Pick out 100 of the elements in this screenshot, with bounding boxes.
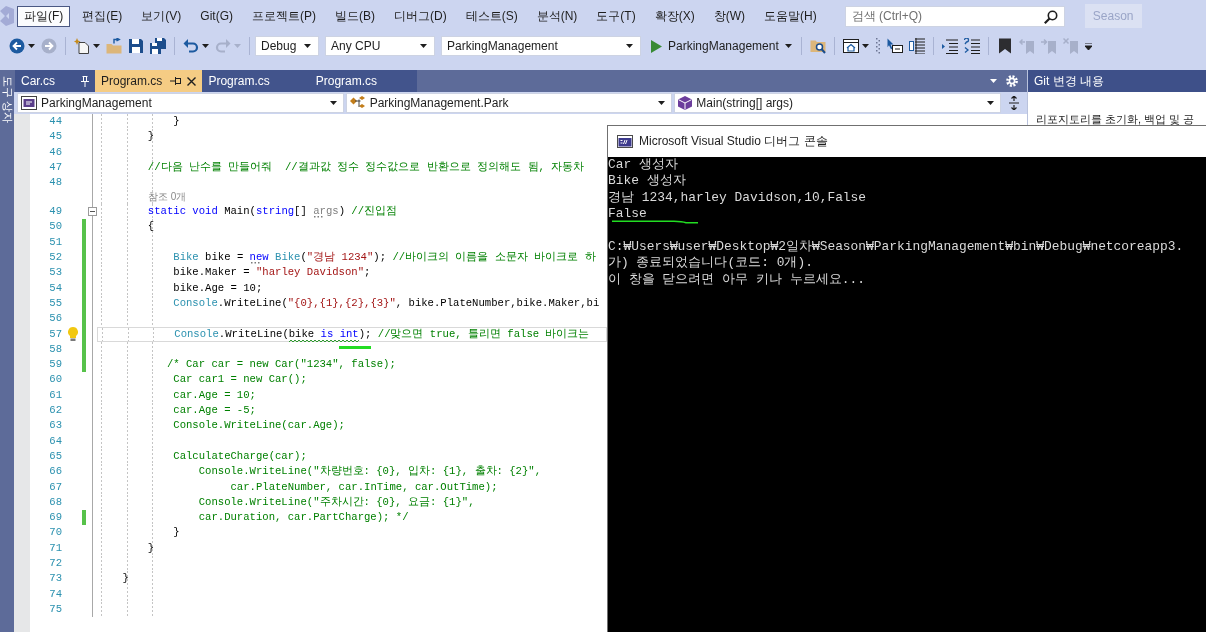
code-line: Console.WriteLine(bike is int); //맞으면 true, 틀리면 false 바이크는 (174, 327, 590, 340)
menu-item[interactable]: 보기(V) (134, 5, 189, 27)
line-number: 51 (48, 234, 63, 250)
cursor-box-icon (886, 38, 903, 54)
pin-icon[interactable] (170, 77, 182, 85)
line-number: 45 (48, 129, 63, 145)
line-number: 48 (48, 175, 63, 191)
menu-item[interactable]: 도구(T) (589, 5, 643, 27)
menu-item[interactable]: 파일(F) (17, 5, 71, 27)
code-line: } (147, 541, 155, 554)
line-number: 69 (48, 510, 63, 526)
code-line: } (173, 526, 180, 539)
save-all-button[interactable] (147, 35, 169, 57)
columns-icon (908, 38, 925, 54)
search-icon[interactable] (1043, 9, 1058, 24)
code-line: } (173, 115, 180, 127)
line-number: 52 (48, 250, 63, 266)
window-icon (842, 38, 859, 54)
reference-count-link[interactable]: 참조 0개 (147, 191, 187, 203)
folder-search-icon (809, 38, 826, 54)
member-dropdown[interactable]: Main(string[] args) (674, 93, 1001, 113)
undo-icon (183, 38, 199, 54)
console-line: 이 창을 닫으려면 아무 키나 누르세요... (608, 271, 865, 287)
console-line: 가) 종료되었습니다(코드: 0개). (608, 255, 813, 271)
save-all-icon (150, 38, 166, 54)
line-number: 46 (48, 144, 63, 160)
toolbox-tab[interactable]: 도구 상자 (0, 76, 15, 124)
search-field[interactable]: 검색 (Ctrl+Q) (844, 5, 1065, 27)
menu-item[interactable]: 분석(N) (529, 5, 585, 27)
menu-item[interactable]: 확장(X) (647, 5, 702, 27)
menu-item[interactable]: 프로젝트(P) (245, 5, 323, 27)
caret-icon (234, 44, 241, 48)
menu-item[interactable]: 테스트(S) (458, 5, 525, 27)
code-line: car.Age = -5; (173, 404, 256, 417)
code-line: car.PlateNumber, car.InTime, car.OutTime); (230, 480, 498, 493)
caret-icon (626, 44, 633, 48)
document-tab[interactable]: Program.cs (202, 70, 310, 92)
caret-icon (658, 101, 666, 105)
document-tab[interactable]: Program.cs (309, 70, 418, 92)
caret-icon (420, 44, 427, 48)
menu-item[interactable]: 도움말(H) (757, 5, 824, 27)
code-line: Console.WriteLine(car.Age); (173, 419, 345, 432)
caret-icon (861, 44, 869, 48)
line-number: 61 (48, 387, 63, 403)
line-number: 71 (48, 540, 63, 556)
start-button[interactable]: ParkingManagement (647, 35, 796, 57)
line-number: 50 (48, 219, 63, 235)
menu-item[interactable]: 디버그(D) (387, 5, 454, 27)
open-folder-icon (106, 38, 122, 54)
line-number: 60 (48, 372, 63, 388)
document-tab[interactable]: Program.cs (95, 70, 203, 92)
console-line: C:₩Users₩user₩Desktop₩2일차₩Season₩ParkingManagement₩bin₩Debug₩netcoreapp3. (608, 238, 1184, 254)
caret-icon (304, 44, 311, 48)
code-line: Console.WriteLine("주차시간: {0}, 요금: {1}", (198, 495, 475, 508)
class-dropdown[interactable]: ParkingManagement.Park (345, 93, 673, 113)
caret-icon (329, 101, 337, 105)
line-number: 75 (48, 601, 63, 617)
code-line: bike.Age = 10; (173, 281, 263, 294)
line-number: 63 (48, 418, 63, 434)
split-icon[interactable] (1009, 96, 1019, 110)
caret-icon (784, 44, 792, 48)
line-number: 58 (48, 341, 63, 357)
configuration-dropdown[interactable]: Debug (255, 36, 319, 56)
lightbulb-icon[interactable] (68, 327, 78, 342)
code-line: Bike bike = new Bike("경남 1234"); //바이크의 이름을 소문자 바이크로 하 (173, 251, 596, 264)
menu-item[interactable]: 창(W) (706, 5, 752, 27)
class-icon (349, 96, 366, 110)
save-icon (128, 38, 144, 54)
grip-icon[interactable] (875, 38, 880, 54)
menu-item[interactable]: 빌드(B) (328, 5, 382, 27)
forward-icon (41, 38, 57, 54)
new-file-icon (74, 38, 90, 54)
menu-item[interactable]: 편집(E) (75, 5, 130, 27)
window-title: Microsoft Visual Studio 디버그 콘솔 (639, 133, 828, 150)
line-number: 54 (48, 280, 63, 296)
collapse-icon[interactable] (88, 207, 97, 217)
line-number: 70 (48, 525, 63, 541)
platform-dropdown[interactable]: Any CPU (325, 36, 435, 56)
caret-icon (93, 44, 100, 48)
line-number: 64 (48, 433, 63, 449)
code-line: Console.WriteLine("차량번호: {0}, 입차: {1}, 출차: {2}", (198, 465, 541, 478)
line-number: 55 (48, 295, 63, 311)
code-line: static void Main(string[] args) //진입점 (147, 205, 398, 218)
code-line: car.Duration, car.PartCharge); */ (198, 511, 409, 524)
startup-project-dropdown[interactable]: ParkingManagement (441, 36, 641, 56)
redo-icon (215, 38, 231, 54)
console-line: 경남 1234,harley Davidson,10,False (608, 189, 867, 205)
menu-item[interactable]: Git(G) (193, 5, 240, 27)
document-tab[interactable]: Car.cs (15, 70, 95, 92)
caret-icon (28, 44, 35, 48)
code-line: } (122, 572, 129, 585)
caret-icon[interactable] (990, 79, 997, 83)
close-icon[interactable] (187, 76, 197, 86)
code-line: Car car1 = new Car(); (173, 373, 307, 386)
panel-title: Git 변경 내용 (1034, 72, 1104, 90)
project-dropdown[interactable]: ParkingManagement (17, 93, 344, 113)
numbered-lines-icon (963, 38, 980, 54)
console-icon (617, 135, 633, 148)
settings-icon[interactable] (1006, 75, 1018, 87)
caret-icon (987, 101, 994, 105)
